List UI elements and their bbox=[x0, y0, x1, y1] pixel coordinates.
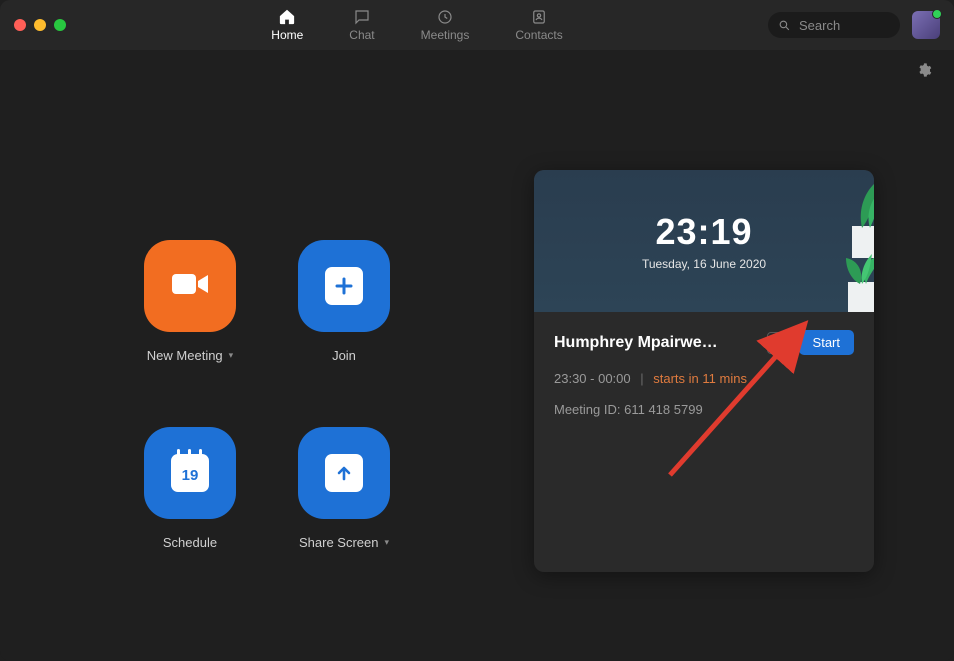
action-new-meeting: New Meeting ▾ bbox=[115, 240, 265, 363]
settings-button[interactable] bbox=[916, 62, 932, 83]
video-icon bbox=[169, 269, 211, 304]
minimize-window-button[interactable] bbox=[34, 19, 46, 31]
meeting-time-row: 23:30 - 00:00 | starts in 11 mins bbox=[554, 371, 854, 386]
contacts-icon bbox=[530, 8, 548, 26]
upcoming-panel: 23:19 Tuesday, 16 June 2020 Humphrey Mpa… bbox=[534, 50, 954, 661]
divider: | bbox=[640, 371, 643, 386]
nav-label: Home bbox=[271, 28, 303, 42]
meeting-id-label: Meeting ID: bbox=[554, 402, 620, 417]
plant-decoration-icon bbox=[802, 242, 874, 312]
meeting-title: Humphrey Mpairwe… bbox=[554, 334, 759, 352]
meeting-id: 611 418 5799 bbox=[624, 402, 703, 417]
join-button[interactable] bbox=[298, 240, 390, 332]
clock-hero: 23:19 Tuesday, 16 June 2020 bbox=[534, 170, 874, 312]
search-placeholder: Search bbox=[799, 18, 840, 33]
meeting-countdown: starts in 11 mins bbox=[653, 371, 747, 386]
home-icon bbox=[278, 8, 296, 26]
schedule-button[interactable]: 19 bbox=[144, 427, 236, 519]
clock-time: 23:19 bbox=[655, 211, 752, 253]
nav-tab-contacts[interactable]: Contacts bbox=[515, 8, 562, 42]
nav-tab-home[interactable]: Home bbox=[271, 8, 303, 42]
chat-icon bbox=[353, 8, 371, 26]
chevron-down-icon: ▾ bbox=[384, 537, 389, 548]
plus-icon bbox=[325, 267, 363, 305]
window-controls bbox=[14, 19, 66, 31]
titlebar: Home Chat Meetings Contacts bbox=[0, 0, 954, 50]
nav-label: Contacts bbox=[515, 28, 562, 42]
gear-icon bbox=[916, 62, 932, 78]
nav-tab-meetings[interactable]: Meetings bbox=[421, 8, 470, 42]
main-area: New Meeting ▾ Join bbox=[0, 50, 954, 661]
clock-date: Tuesday, 16 June 2020 bbox=[642, 257, 766, 271]
arrow-up-icon bbox=[325, 454, 363, 492]
close-window-button[interactable] bbox=[14, 19, 26, 31]
avatar[interactable] bbox=[912, 11, 940, 39]
share-screen-button[interactable] bbox=[298, 427, 390, 519]
action-label[interactable]: New Meeting ▾ bbox=[147, 348, 233, 363]
maximize-window-button[interactable] bbox=[54, 19, 66, 31]
app-window: Home Chat Meetings Contacts bbox=[0, 0, 954, 661]
search-icon bbox=[778, 19, 791, 32]
action-label[interactable]: Share Screen ▾ bbox=[299, 535, 389, 550]
nav-label: Chat bbox=[349, 28, 374, 42]
meeting-id-row: Meeting ID: 611 418 5799 bbox=[554, 402, 854, 417]
action-join: Join bbox=[269, 240, 419, 363]
action-share-screen: Share Screen ▾ bbox=[269, 427, 419, 550]
nav-label: Meetings bbox=[421, 28, 470, 42]
action-label: Schedule bbox=[163, 535, 217, 550]
action-schedule: 19 Schedule bbox=[115, 427, 265, 550]
chevron-down-icon: ▾ bbox=[229, 350, 234, 361]
meeting-more-button[interactable]: ··· bbox=[767, 332, 791, 354]
start-meeting-button[interactable]: Start bbox=[799, 330, 854, 355]
main-nav: Home Chat Meetings Contacts bbox=[78, 8, 756, 42]
meeting-details: Humphrey Mpairwe… ··· Start 23:30 - 00:0… bbox=[534, 312, 874, 572]
upcoming-card: 23:19 Tuesday, 16 June 2020 Humphrey Mpa… bbox=[534, 170, 874, 572]
meeting-time-range: 23:30 - 00:00 bbox=[554, 371, 631, 386]
action-label: Join bbox=[332, 348, 356, 363]
actions-panel: New Meeting ▾ Join bbox=[0, 50, 534, 661]
nav-tab-chat[interactable]: Chat bbox=[349, 8, 374, 42]
calendar-day: 19 bbox=[182, 467, 199, 484]
search-input[interactable]: Search bbox=[768, 12, 900, 38]
calendar-icon: 19 bbox=[171, 454, 209, 492]
new-meeting-button[interactable] bbox=[144, 240, 236, 332]
clock-icon bbox=[436, 8, 454, 26]
